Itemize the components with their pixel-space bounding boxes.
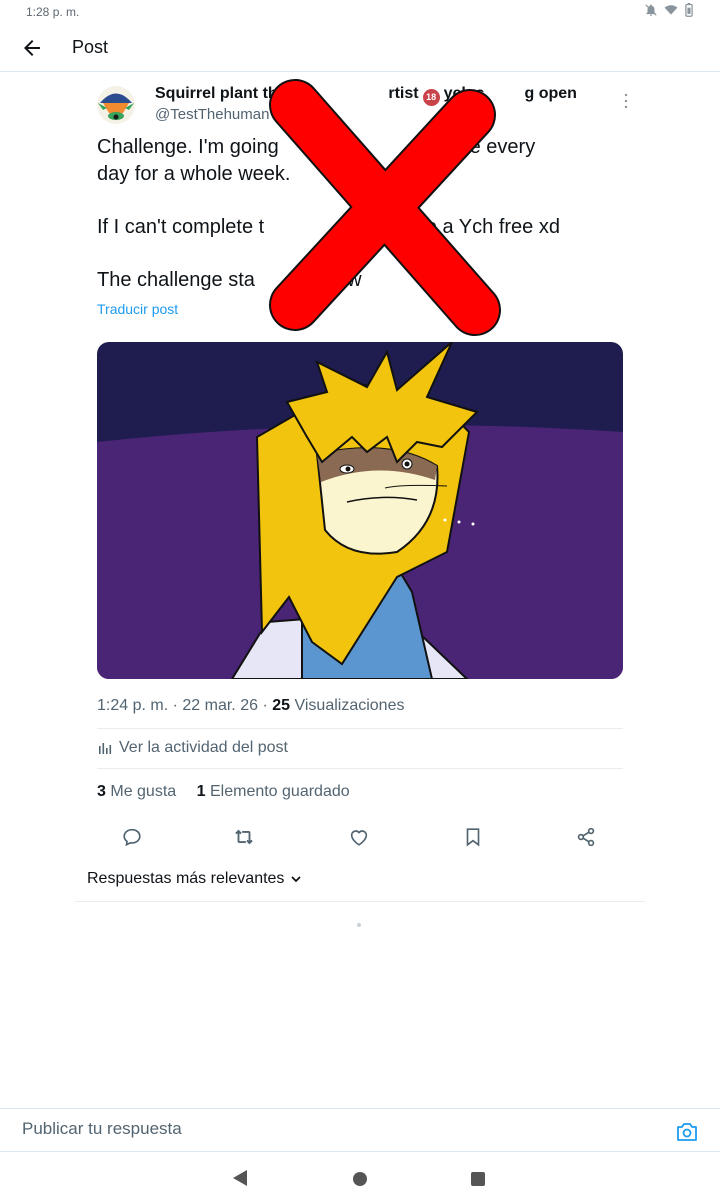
replies-sort-dropdown[interactable]: Respuestas más relevantes <box>87 870 302 888</box>
views-label: Visualizaciones <box>294 697 405 714</box>
like-icon[interactable] <box>348 826 370 848</box>
author-handle[interactable]: @TestThehuman <box>155 106 269 123</box>
post-text-fragment: picture every <box>420 136 536 158</box>
post-activity-label: Ver la actividad del post <box>119 739 288 756</box>
replies-sort-label: Respuestas más relevantes <box>87 870 285 887</box>
post-text-fragment: ll do a Ych free xd <box>400 215 560 238</box>
divider <box>75 901 645 902</box>
post-time[interactable]: 1:24 p. m. <box>97 697 168 714</box>
post-meta: 1:24 p. m. · 22 mar. 26 · 25 Visualizaci… <box>97 697 404 715</box>
post-text-fragment: The challenge sta <box>97 268 255 291</box>
age-restriction-badge: 18 <box>422 89 440 106</box>
bookmarks-stat[interactable]: 1 Elemento guardado <box>197 783 350 800</box>
author-name-part: rtist <box>388 85 419 102</box>
nav-recents-icon[interactable] <box>471 1172 485 1186</box>
nav-home-icon[interactable] <box>353 1172 367 1186</box>
page-title: Post <box>72 37 109 57</box>
author-name-part: ych s <box>443 85 485 102</box>
post-date[interactable]: 22 mar. 26 <box>182 697 258 714</box>
post-text-fragment: day for a whole week. <box>97 162 291 185</box>
status-time: 1:28 p. m. <box>26 5 80 19</box>
post-text-fragment: If I can't complete t <box>97 215 265 238</box>
post-text-fragment: morrow <box>294 268 362 291</box>
translate-post-link[interactable]: Traducir post <box>97 301 178 317</box>
more-options-icon[interactable] <box>620 92 632 110</box>
author-name-part: Squirrel plant the f <box>155 85 297 102</box>
divider <box>97 768 623 769</box>
status-icons <box>644 3 694 17</box>
top-bar: Post <box>0 24 720 72</box>
meta-separator: · <box>262 697 268 714</box>
likes-stat[interactable]: 3 Me gusta <box>97 783 176 800</box>
retweet-icon[interactable] <box>233 826 255 848</box>
post-text-fragment: Challenge. I'm going <box>97 136 279 158</box>
post-stats: 3 Me gusta 1 Elemento guardado <box>97 783 350 801</box>
camera-icon[interactable] <box>676 1122 698 1142</box>
status-bar: 1:28 p. m. <box>0 0 720 24</box>
author-display-name[interactable]: Squirrel plant the f rtist 18 ych s g open <box>155 85 577 106</box>
meta-separator: · <box>172 697 178 714</box>
nav-back-icon[interactable] <box>233 1170 247 1186</box>
divider <box>97 728 623 729</box>
avatar[interactable] <box>97 86 135 124</box>
author-name-part: g open <box>524 85 577 102</box>
post-text: Challenge. I'm going picture every day fo… <box>97 134 627 293</box>
notifications-off-icon <box>645 4 657 16</box>
reply-icon[interactable] <box>121 826 143 848</box>
views-count: 25 <box>272 697 291 714</box>
arrow-left-icon[interactable] <box>20 36 44 60</box>
bookmark-icon[interactable] <box>462 826 484 848</box>
analytics-icon <box>99 743 112 754</box>
system-nav-bar <box>0 1152 720 1200</box>
wifi-icon <box>664 5 678 15</box>
loading-indicator <box>357 923 361 927</box>
bookmarks-label: Elemento guardado <box>209 783 350 800</box>
reply-input[interactable] <box>22 1119 622 1139</box>
share-icon[interactable] <box>575 826 597 848</box>
likes-count: 3 <box>97 783 106 800</box>
post-activity-link[interactable]: Ver la actividad del post <box>97 739 288 757</box>
battery-icon <box>685 3 693 17</box>
post-image[interactable] <box>97 342 623 679</box>
likes-label: Me gusta <box>110 783 177 800</box>
bookmarks-count: 1 <box>196 783 206 800</box>
reply-composer <box>0 1108 720 1152</box>
chevron-down-icon <box>291 876 302 883</box>
